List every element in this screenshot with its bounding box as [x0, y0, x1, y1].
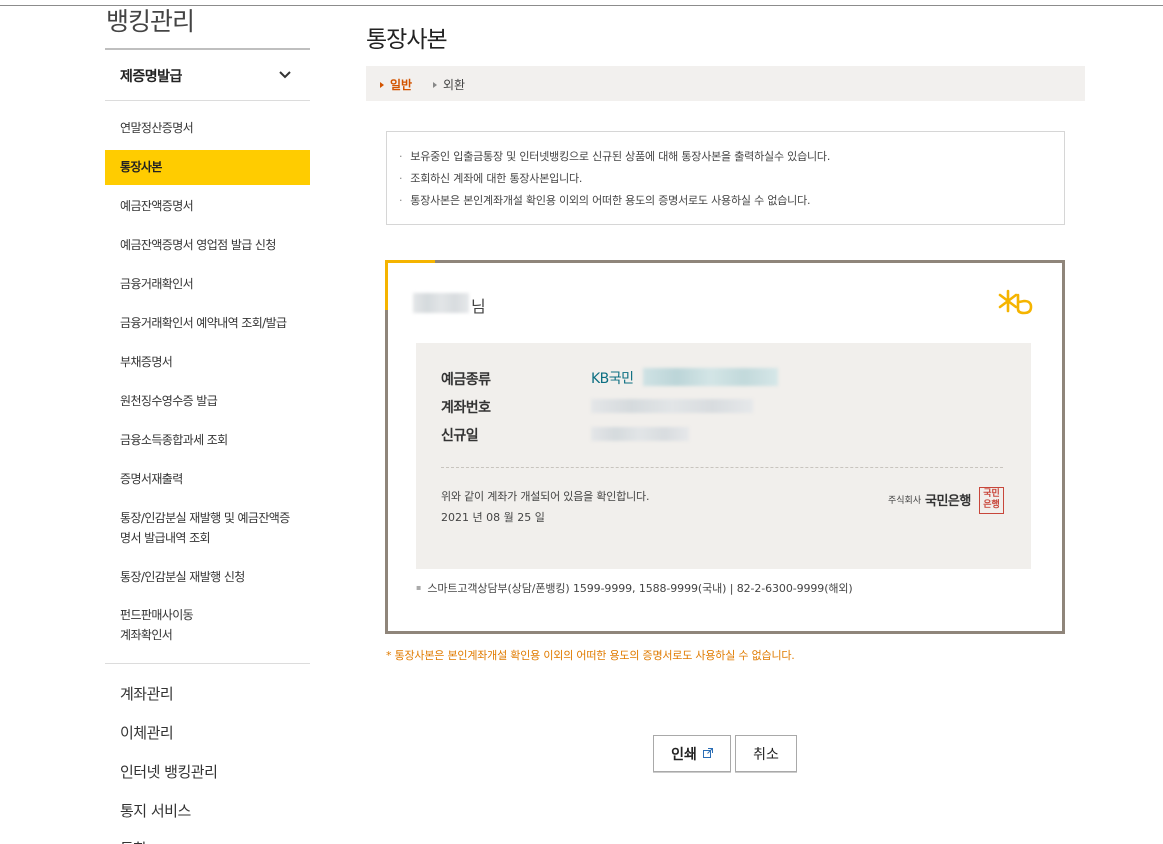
notice-item: 조회하신 계좌에 대한 통장사본입니다. — [399, 168, 1064, 190]
tab-label: 외환 — [443, 78, 466, 92]
sidebar-divider — [105, 663, 310, 664]
sidebar-item-fund-transfer-confirm[interactable]: 펀드판매사이동 계좌확인서 — [105, 605, 310, 645]
sidebar-group-label: 제증명발급 — [120, 69, 182, 85]
cancel-button[interactable]: 취소 — [735, 735, 797, 772]
sidebar-item-label-line2: 명서 발급내역 조회 — [120, 531, 211, 545]
bank-name: 국민은행 — [925, 494, 971, 509]
sidebar-item-label-line2: 계좌확인서 — [120, 628, 173, 642]
sidebar-item-label-line1: 펀드판매사이동 — [120, 608, 194, 622]
sidebar-item-transaction-confirmation[interactable]: 금융거래확인서 — [105, 274, 310, 294]
sidebar-item-bankbook-copy[interactable]: 통장사본 — [105, 150, 310, 185]
chevron-up-icon — [279, 71, 291, 79]
page-title: 통장사본 — [366, 27, 448, 53]
sidebar-menu-integrated[interactable]: 통합 — [120, 838, 147, 844]
redacted-account-number — [591, 399, 753, 413]
corner-accent — [385, 260, 435, 263]
seal-line2: 은행 — [983, 500, 1000, 510]
deposit-type-label: 예금종류 — [441, 372, 491, 388]
usage-warning: * 통장사본은 본인계좌개설 확인용 이외의 어떠한 용도의 증명서로도 사용하… — [386, 649, 795, 662]
bankbook-certificate: 님 예금종류 KB국민 계좌번호 신규일 위와 같이 계좌가 개설되어 있음을 … — [385, 260, 1065, 634]
triangle-bullet-icon — [380, 81, 384, 88]
deposit-type-prefix: KB국민 — [591, 371, 634, 387]
open-date-label: 신규일 — [441, 428, 479, 444]
confirmation-text: 위와 같이 계좌가 개설되어 있음을 확인합니다. — [441, 490, 650, 503]
bank-seal-stamp: 국민 은행 — [979, 487, 1004, 514]
print-button-label: 인쇄 — [671, 746, 697, 763]
print-button[interactable]: 인쇄 — [653, 735, 731, 772]
sidebar-title: 뱅킹관리 — [106, 7, 195, 36]
redacted-holder-name — [413, 293, 469, 313]
account-number-label: 계좌번호 — [441, 400, 491, 416]
bank-corp-label: 주식회사 — [888, 496, 922, 506]
sidebar-item-reissue-history[interactable]: 통장/인감분실 재발행 및 예금잔액증 명서 발급내역 조회 — [105, 508, 310, 548]
sidebar-menu-transfer-mgmt[interactable]: 이체관리 — [120, 722, 174, 743]
sidebar-item-reprint[interactable]: 증명서재출력 — [105, 469, 310, 489]
seal-line1: 국민 — [983, 489, 1000, 499]
sidebar-item-financial-income-tax[interactable]: 금융소득종합과세 조회 — [105, 430, 310, 450]
tab-foreign-exchange[interactable]: 외환 — [433, 76, 465, 93]
sidebar-item-debt-certificate[interactable]: 부채증명서 — [105, 352, 310, 372]
notice-box: 보유중인 입출금통장 및 인터넷뱅킹으로 신규된 상품에 대해 통장사본을 출력… — [386, 131, 1065, 225]
notice-item: 보유중인 입출금통장 및 인터넷뱅킹으로 신규된 상품에 대해 통장사본을 출력… — [399, 146, 1064, 168]
sidebar-item-balance-branch-request[interactable]: 예금잔액증명서 영업점 발급 신청 — [105, 235, 310, 255]
sidebar-item-withholding-receipt[interactable]: 원천징수영수증 발급 — [105, 391, 310, 411]
holder-suffix: 님 — [471, 297, 486, 316]
redacted-open-date — [591, 427, 689, 441]
tab-label: 일반 — [390, 78, 413, 92]
sidebar-item-reissue-request[interactable]: 통장/인감분실 재발행 신청 — [105, 567, 310, 587]
external-link-icon — [702, 747, 713, 758]
sidebar-item-year-end-tax[interactable]: 연말정산증명서 — [105, 118, 310, 138]
tab-general[interactable]: 일반 — [380, 76, 412, 93]
kb-star-logo-icon — [998, 289, 1033, 315]
sidebar-menu-account-mgmt[interactable]: 계좌관리 — [120, 683, 174, 704]
corner-accent — [385, 260, 388, 310]
triangle-bullet-icon — [433, 81, 437, 88]
sidebar-item-balance-certificate[interactable]: 예금잔액증명서 — [105, 196, 310, 216]
sidebar-menu-notification[interactable]: 통지 서비스 — [120, 800, 191, 821]
dashed-divider — [441, 467, 1003, 468]
sidebar-menu-internet-banking[interactable]: 인터넷 뱅킹관리 — [120, 761, 218, 782]
issue-date: 2021 년 08 월 25 일 — [441, 511, 545, 524]
sidebar-group-certificates[interactable]: 제증명발급 — [105, 50, 310, 101]
redacted-deposit-type — [643, 368, 778, 386]
sidebar-item-label-line1: 통장/인감분실 재발행 및 예금잔액증 — [120, 511, 290, 525]
notice-item: 통장사본은 본인계좌개설 확인용 이외의 어떠한 용도의 증명서로도 사용하실 … — [399, 190, 1064, 212]
tab-bar: 일반 외환 — [366, 66, 1085, 101]
certificate-details: 예금종류 KB국민 계좌번호 신규일 위와 같이 계좌가 개설되어 있음을 확인… — [416, 343, 1031, 569]
contact-info: 스마트고객상담부(상담/폰뱅킹) 1599-9999, 1588-9999(국내… — [416, 580, 852, 596]
sidebar-item-transaction-reservation[interactable]: 금융거래확인서 예약내역 조회/발급 — [105, 313, 310, 333]
